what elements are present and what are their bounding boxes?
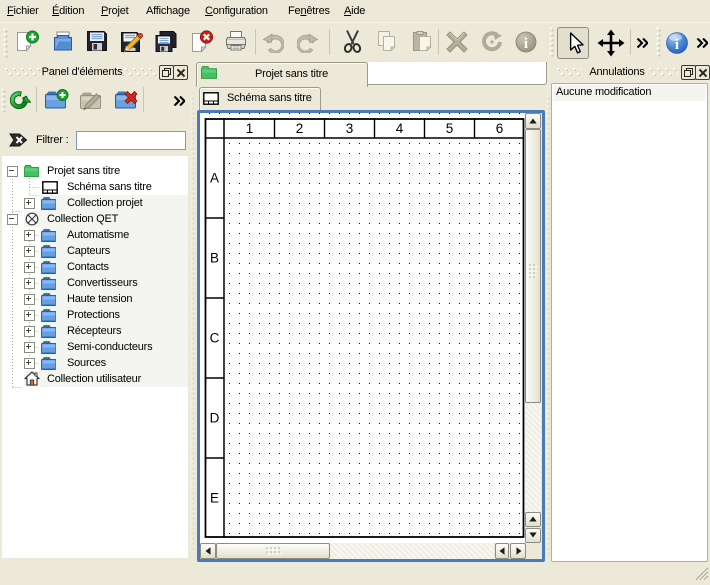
svg-text:1: 1 xyxy=(246,121,254,136)
svg-text:6: 6 xyxy=(496,121,504,136)
svg-text:3: 3 xyxy=(346,121,354,136)
svg-text:E: E xyxy=(210,491,219,506)
svg-text:A: A xyxy=(210,171,219,186)
svg-text:i: i xyxy=(675,37,679,53)
svg-text:C: C xyxy=(210,331,220,346)
svg-text:i: i xyxy=(524,36,528,52)
svg-text:D: D xyxy=(210,411,220,426)
svg-text:4: 4 xyxy=(396,121,404,136)
svg-text:2: 2 xyxy=(296,121,304,136)
svg-text:B: B xyxy=(210,251,219,266)
svg-text:5: 5 xyxy=(446,121,454,136)
